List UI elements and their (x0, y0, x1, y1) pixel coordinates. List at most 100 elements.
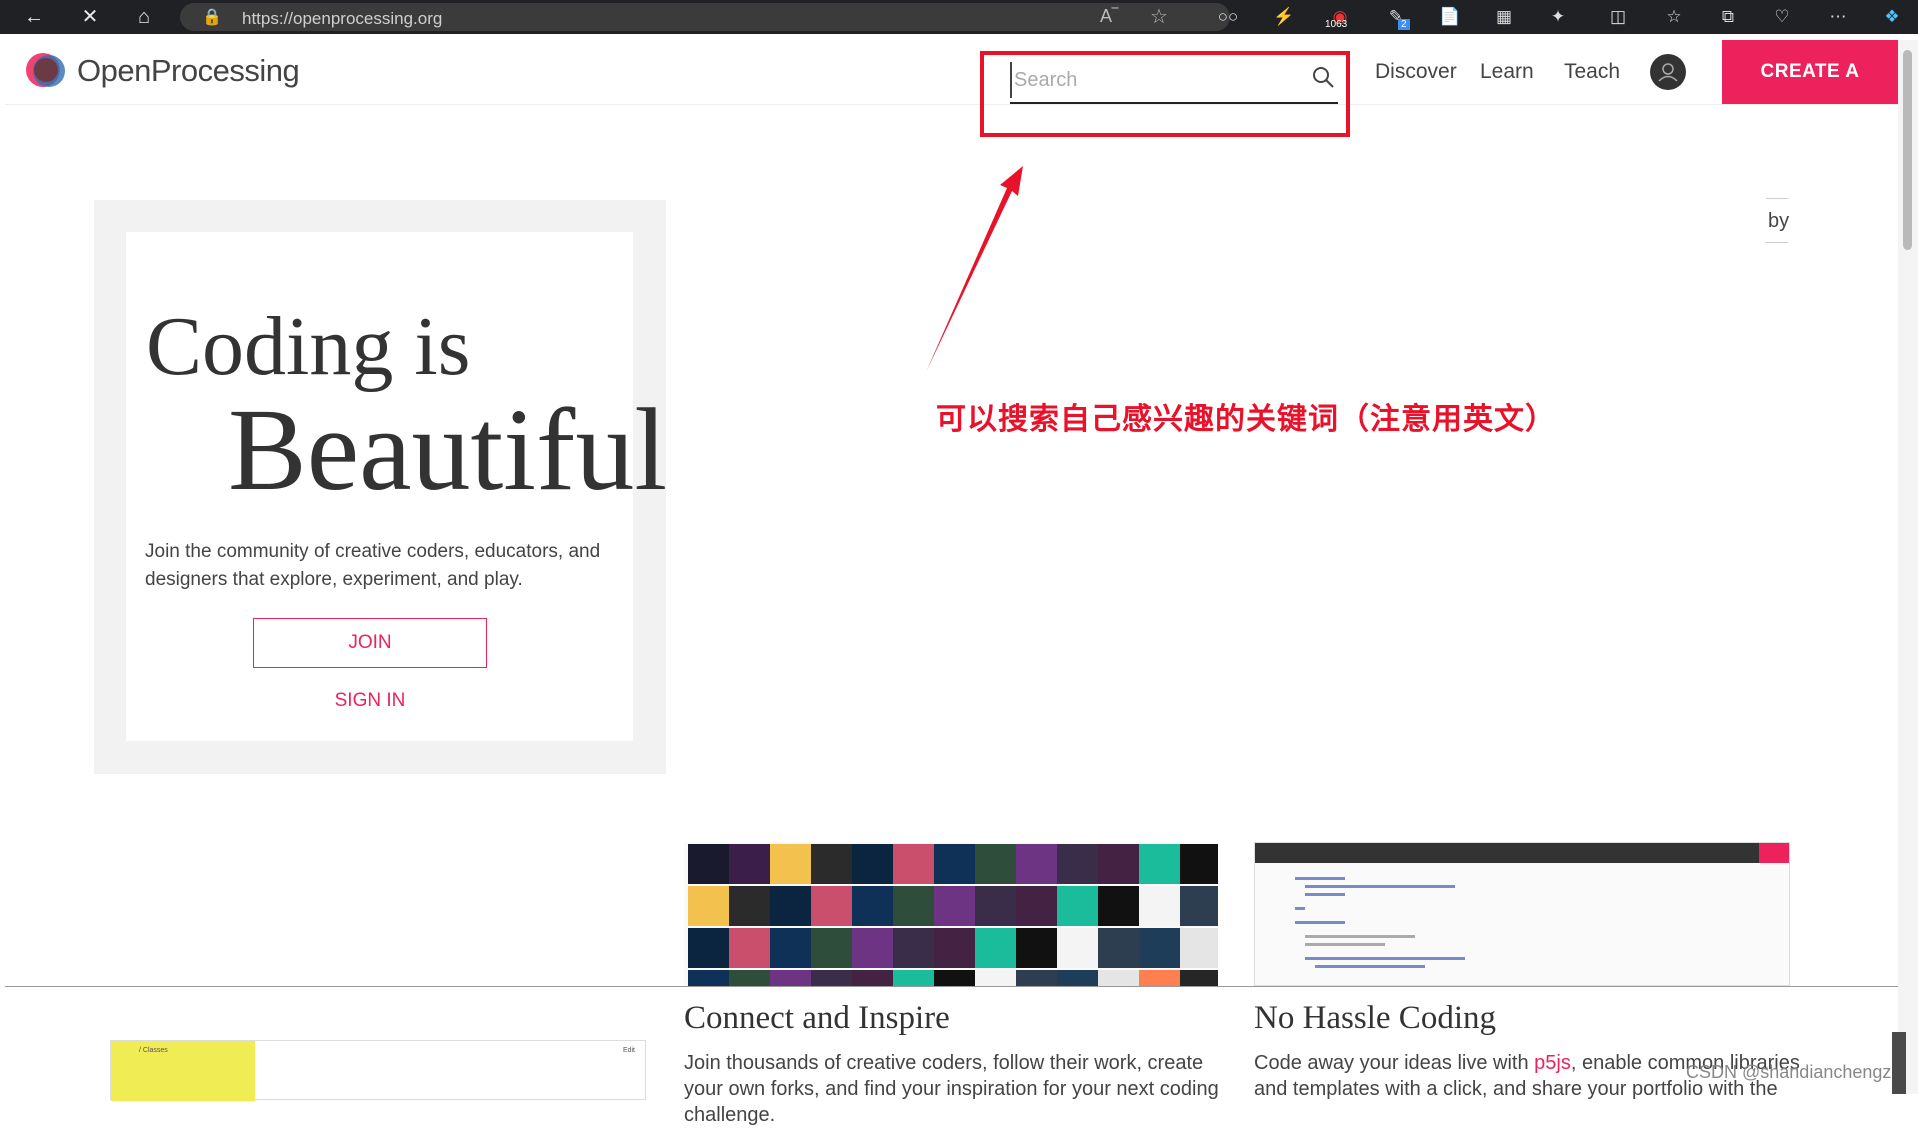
sketch-tile (729, 928, 770, 968)
by-divider-top (1766, 198, 1788, 199)
sketch-tile (852, 928, 893, 968)
join-button[interactable]: JOIN (253, 618, 487, 668)
sketch-tile (1098, 970, 1139, 986)
sketch-tile (811, 928, 852, 968)
sketch-tile (1016, 886, 1057, 926)
nav-discover[interactable]: Discover (1375, 60, 1457, 84)
code-line (1305, 893, 1345, 896)
sketch-tile (975, 928, 1016, 968)
code-line (1305, 935, 1415, 938)
logo-wordmark[interactable]: OpenProcessing (77, 53, 300, 89)
p5js-link[interactable]: p5js (1534, 1052, 1571, 1074)
hero-description: Join the community of creative coders, e… (145, 541, 601, 590)
sketch-tile (975, 886, 1016, 926)
sketch-tile (1057, 928, 1098, 968)
annotation-text: 可以搜索自己感兴趣的关键词（注意用英文） (936, 402, 1556, 437)
sketch-tile (893, 886, 934, 926)
sketch-tile (1057, 886, 1098, 926)
sketch-tile (1139, 886, 1180, 926)
section-divider (5, 986, 1898, 987)
sketch-tile (1139, 970, 1180, 986)
sketch-tile (1180, 886, 1218, 926)
read-aloud-icon[interactable]: A‾ (1100, 6, 1118, 27)
feature-title-connect: Connect and Inspire (684, 1000, 950, 1036)
sketch-tile (893, 928, 934, 968)
code-editor-thumbnail[interactable] (1254, 842, 1790, 986)
feature-title-coding: No Hassle Coding (1254, 1000, 1496, 1036)
annotation-highlight-box (980, 51, 1350, 137)
sketch-tile (1180, 844, 1218, 884)
sketch-tile (1057, 844, 1098, 884)
hero-title-line2: Beautiful (228, 384, 668, 515)
feature-desc-connect: Join thousands of creative coders, follo… (684, 1052, 1219, 1126)
favorites-list-icon[interactable]: ☆ (1662, 5, 1686, 29)
sketch-tile (852, 970, 893, 986)
sketch-tile (1180, 970, 1218, 986)
sketch-tile (688, 928, 729, 968)
classes-header-block (111, 1041, 255, 1101)
extension-badge-count: 1063 (1325, 19, 1348, 30)
sketch-tile (893, 844, 934, 884)
nav-learn[interactable]: Learn (1480, 60, 1534, 84)
performance-heart-icon[interactable]: ♡ (1770, 5, 1794, 29)
code-line (1305, 943, 1385, 946)
create-sketch-button[interactable]: CREATE A SKETCH (1722, 40, 1898, 146)
extensions-puzzle-icon[interactable]: ✦ (1546, 5, 1570, 29)
extension-pdf-icon[interactable]: ▦ (1492, 5, 1516, 29)
extension-glasses-icon[interactable]: ○○ (1216, 5, 1240, 29)
browser-toolbar: ← ✕ ⌂ 🔒 https://openprocessing.org A‾ ☆ … (0, 0, 1918, 34)
home-icon[interactable]: ⌂ (130, 4, 158, 30)
sketch-tile (811, 886, 852, 926)
url-text: https://openprocessing.org (242, 9, 443, 28)
sketch-tile (852, 844, 893, 884)
sketch-tile (975, 970, 1016, 986)
openprocessing-logo-icon[interactable] (23, 50, 67, 90)
sketch-tile (1139, 928, 1180, 968)
by-divider-bottom (1766, 242, 1788, 243)
more-menu-icon[interactable]: ⋯ (1826, 5, 1850, 29)
sketch-author-by: by (1768, 210, 1790, 232)
code-line (1295, 907, 1305, 910)
extension-badge-small: 2 (1398, 19, 1410, 30)
sketch-tile (688, 844, 729, 884)
sketch-tile (729, 970, 770, 986)
sketch-tile (1139, 844, 1180, 884)
classes-edit: Edit (622, 1047, 635, 1054)
header-divider (5, 104, 1898, 105)
split-screen-icon[interactable]: ◫ (1606, 5, 1630, 29)
sketch-tile (1180, 928, 1218, 968)
sketch-tile (770, 886, 811, 926)
classes-thumbnail[interactable]: / Classes Edit (110, 1040, 646, 1101)
sketch-tile (770, 970, 811, 986)
classes-label: / Classes (139, 1047, 168, 1054)
favorite-star-icon[interactable]: ☆ (1150, 4, 1168, 29)
sketch-tile (770, 844, 811, 884)
hero-title-line1: Coding is (146, 300, 471, 393)
sign-in-link[interactable]: SIGN IN (253, 690, 487, 712)
sketch-tile (770, 928, 811, 968)
sketch-tile (729, 844, 770, 884)
collections-icon[interactable]: ⧉ (1716, 5, 1740, 29)
sketch-tile (975, 844, 1016, 884)
copilot-icon[interactable]: ❖ (1880, 5, 1904, 29)
sketch-tile (688, 970, 729, 986)
sketch-tile (934, 970, 975, 986)
sketch-tile (1098, 928, 1139, 968)
feature-desc-part1: Code away your ideas live with (1254, 1052, 1535, 1074)
extension-bolt-icon[interactable]: ⚡ (1272, 5, 1296, 29)
extension-doc-icon[interactable]: 📄 (1438, 5, 1462, 29)
sketch-tile (1016, 844, 1057, 884)
scrollbar-thumb[interactable] (1903, 50, 1912, 250)
editor-save-button (1759, 843, 1789, 863)
code-line (1295, 877, 1345, 880)
nav-teach[interactable]: Teach (1564, 60, 1620, 84)
address-bar[interactable]: 🔒 https://openprocessing.org A‾ ☆ (180, 3, 1230, 31)
sketch-tile (934, 844, 975, 884)
code-line (1305, 885, 1455, 888)
sketch-gallery-thumbnail[interactable] (684, 842, 1218, 986)
watermark: CSDN @shandianchengzi (1686, 1062, 1896, 1082)
back-icon[interactable]: ← (20, 4, 48, 30)
sketch-tile (934, 928, 975, 968)
user-avatar[interactable] (1650, 54, 1686, 90)
stop-icon[interactable]: ✕ (76, 4, 104, 30)
